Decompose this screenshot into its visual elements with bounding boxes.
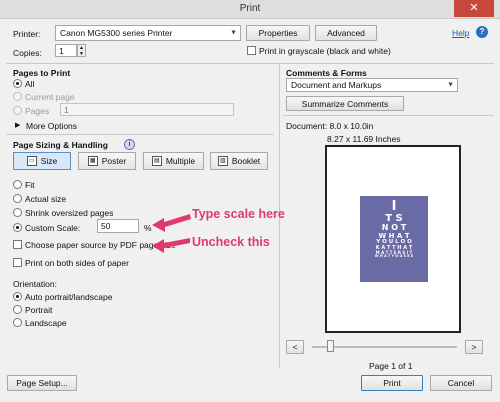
- all-pages-label: All: [25, 79, 35, 89]
- arrow-icon: [152, 214, 191, 232]
- title-bar: Print ✕: [0, 0, 500, 19]
- window-title: Print: [239, 3, 261, 14]
- preview-page-content: I T S N O T W H A T Y O U L O O K A T T …: [360, 196, 428, 282]
- current-page-label: Current page: [25, 92, 75, 102]
- portrait-label: Portrait: [25, 305, 53, 315]
- current-page-radio[interactable]: [13, 92, 22, 101]
- properties-button[interactable]: Properties: [246, 25, 310, 41]
- close-button[interactable]: ✕: [454, 0, 494, 17]
- pages-label: Pages: [25, 106, 50, 116]
- divider: [6, 134, 274, 135]
- landscape-label: Landscape: [25, 318, 67, 328]
- both-sides-checkbox[interactable]: [13, 258, 22, 267]
- summarize-comments-button[interactable]: Summarize Comments: [286, 96, 404, 111]
- help-link[interactable]: Help: [452, 28, 469, 38]
- multiple-icon: ▤: [151, 156, 162, 166]
- booklet-icon: ▥: [217, 156, 228, 166]
- pages-radio[interactable]: [13, 106, 22, 115]
- page-slider-handle[interactable]: [327, 340, 334, 352]
- multiple-mode-button[interactable]: ▤ Multiple: [143, 152, 204, 170]
- booklet-mode-label: Booklet: [231, 156, 261, 166]
- page-setup-button[interactable]: Page Setup...: [7, 375, 77, 391]
- poster-icon: ▦: [87, 156, 98, 166]
- annotation-type-scale: Type scale here: [192, 207, 285, 221]
- divider: [6, 63, 494, 64]
- both-sides-label: Print on both sides of paper: [25, 258, 129, 268]
- booklet-mode-button[interactable]: ▥ Booklet: [210, 152, 268, 170]
- custom-scale-radio[interactable]: [13, 223, 22, 232]
- advanced-button[interactable]: Advanced: [315, 25, 377, 41]
- paper-source-checkbox[interactable]: [13, 240, 22, 249]
- copies-label: Copies:: [13, 48, 42, 58]
- arrow-icon: [152, 238, 190, 253]
- chevron-down-icon: ▼: [447, 81, 454, 89]
- expand-triangle-icon[interactable]: ▶: [15, 121, 20, 129]
- paper-size-label: 8.27 x 11.69 Inches: [327, 134, 401, 144]
- poster-line: I: [391, 199, 397, 214]
- custom-scale-label: Custom Scale:: [25, 223, 81, 233]
- landscape-radio[interactable]: [13, 318, 22, 327]
- copies-stepper[interactable]: ▲ ▼: [77, 44, 86, 57]
- scale-input[interactable]: 50: [97, 219, 139, 233]
- annotation-uncheck: Uncheck this: [192, 235, 270, 249]
- size-icon: ▭: [26, 156, 37, 166]
- auto-orientation-radio[interactable]: [13, 292, 22, 301]
- divider: [283, 115, 494, 116]
- copies-input[interactable]: 1: [55, 44, 77, 57]
- page-sizing-header: Page Sizing & Handling: [13, 140, 108, 150]
- grayscale-label: Print in grayscale (black and white): [259, 46, 391, 56]
- pages-to-print-header: Pages to Print: [13, 68, 71, 78]
- poster-line: W H A T Y O U S E E: [374, 254, 414, 259]
- poster-mode-label: Poster: [101, 156, 127, 166]
- grayscale-checkbox[interactable]: [247, 46, 256, 55]
- comments-forms-header: Comments & Forms: [286, 68, 367, 78]
- size-mode-button[interactable]: ▭ Size: [13, 152, 71, 170]
- info-icon[interactable]: i: [124, 139, 135, 150]
- fit-label: Fit: [25, 180, 35, 190]
- printer-label: Printer:: [13, 29, 41, 39]
- help-icon[interactable]: ?: [476, 26, 488, 38]
- next-page-button[interactable]: >: [465, 340, 483, 354]
- shrink-radio[interactable]: [13, 208, 22, 217]
- page-counter: Page 1 of 1: [369, 361, 413, 371]
- chevron-down-icon: ▼: [230, 29, 237, 37]
- comments-select-value: Document and Markups: [291, 80, 382, 90]
- actual-size-label: Actual size: [25, 194, 67, 204]
- shrink-label: Shrink oversized pages: [25, 208, 114, 218]
- cancel-button[interactable]: Cancel: [430, 375, 492, 391]
- comments-select[interactable]: Document and Markups ▼: [286, 78, 458, 92]
- auto-orientation-label: Auto portrait/landscape: [25, 292, 113, 302]
- prev-page-button[interactable]: <: [286, 340, 304, 354]
- portrait-radio[interactable]: [13, 305, 22, 314]
- print-button[interactable]: Print: [361, 375, 423, 391]
- annotation-arrows: [152, 214, 191, 253]
- fit-radio[interactable]: [13, 180, 22, 189]
- more-options-link[interactable]: More Options: [26, 121, 77, 131]
- multiple-mode-label: Multiple: [165, 156, 196, 166]
- poster-mode-button[interactable]: ▦ Poster: [78, 152, 136, 170]
- actual-size-radio[interactable]: [13, 194, 22, 203]
- all-pages-radio[interactable]: [13, 79, 22, 88]
- orientation-header: Orientation:: [13, 279, 57, 289]
- printer-select-value: Canon MG5300 series Printer: [60, 28, 173, 38]
- pages-range-input[interactable]: 1: [60, 103, 234, 116]
- printer-select[interactable]: Canon MG5300 series Printer ▼: [55, 25, 241, 41]
- document-size-label: Document: 8.0 x 10.0in: [286, 121, 374, 131]
- size-mode-label: Size: [40, 156, 58, 166]
